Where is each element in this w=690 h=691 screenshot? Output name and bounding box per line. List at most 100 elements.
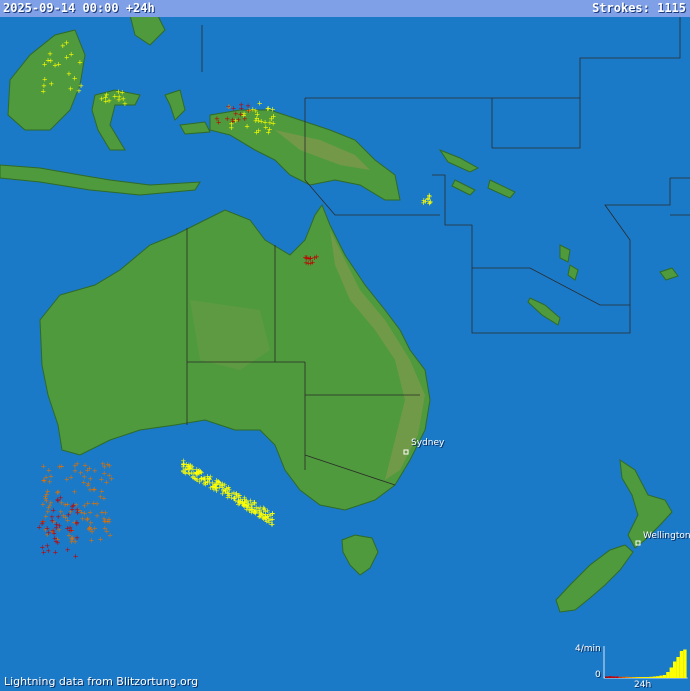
- lightning-stroke-marker: +: [48, 57, 54, 65]
- lightning-stroke-marker: +: [77, 59, 83, 67]
- histogram-bar: [615, 676, 619, 678]
- lightning-stroke-marker: +: [87, 486, 93, 494]
- lightning-stroke-marker: +: [266, 104, 272, 112]
- lightning-stroke-marker: +: [65, 546, 71, 554]
- lightning-stroke-marker: +: [74, 506, 80, 514]
- timestamp-label: 2025-09-14 00:00 +24h: [3, 1, 155, 15]
- lightning-stroke-marker: +: [64, 39, 70, 47]
- lightning-stroke-marker: +: [53, 537, 59, 545]
- lightning-stroke-marker: +: [219, 483, 225, 491]
- lightning-stroke-marker: +: [48, 80, 54, 88]
- lightning-stroke-marker: +: [254, 114, 260, 122]
- lightning-stroke-marker: +: [92, 467, 98, 475]
- lightning-stroke-marker: +: [106, 97, 112, 105]
- lightning-stroke-marker: +: [55, 497, 61, 505]
- lightning-stroke-marker: +: [42, 61, 48, 69]
- histogram-bar: [628, 677, 633, 678]
- lightning-stroke-marker: +: [54, 521, 60, 529]
- lightning-stroke-marker: +: [253, 128, 259, 136]
- histogram-bar: [618, 676, 622, 678]
- histogram-bar: [673, 661, 677, 678]
- lightning-stroke-marker: +: [98, 475, 104, 483]
- histogram-bar: [649, 676, 653, 678]
- histogram-bar: [632, 677, 636, 678]
- lightning-stroke-marker: +: [205, 478, 211, 486]
- lightning-stroke-marker: +: [87, 464, 93, 472]
- lightning-stroke-marker: +: [245, 102, 251, 110]
- lightning-stroke-marker: +: [231, 104, 237, 112]
- lightning-stroke-marker: +: [231, 494, 237, 502]
- histogram-x-label: 24h: [634, 680, 652, 690]
- header-bar: 2025-09-14 00:00 +24h Strokes: 1115: [0, 0, 690, 17]
- lightning-stroke-marker: +: [427, 199, 433, 207]
- lightning-stroke-marker: +: [107, 531, 113, 539]
- lightning-stroke-marker: +: [314, 253, 320, 261]
- lightning-stroke-marker: +: [116, 96, 122, 104]
- histogram-bar: [622, 676, 626, 678]
- histogram-bar: [611, 676, 616, 678]
- lightning-stroke-marker: +: [39, 520, 45, 528]
- histogram-bar: [625, 676, 629, 678]
- lightning-stroke-marker: +: [244, 123, 250, 131]
- lightning-stroke-marker: +: [230, 116, 236, 124]
- city-label-sydney: Sydney: [411, 438, 445, 448]
- lightning-stroke-marker: +: [59, 462, 65, 470]
- lightning-stroke-marker: +: [74, 520, 80, 528]
- histogram-bar: [676, 657, 680, 678]
- lightning-stroke-marker: +: [255, 505, 261, 513]
- histogram-bar: [645, 677, 650, 678]
- lightning-stroke-marker: +: [44, 490, 50, 498]
- lightning-stroke-marker: +: [194, 471, 200, 479]
- lightning-stroke-marker: +: [78, 82, 84, 90]
- histogram-min-label: 0: [595, 670, 601, 680]
- lightning-stroke-marker: +: [106, 516, 112, 524]
- lightning-stroke-marker: +: [246, 505, 252, 513]
- lightning-stroke-marker: +: [262, 516, 268, 524]
- lightning-stroke-marker: +: [89, 528, 95, 536]
- histogram-bar: [659, 675, 663, 678]
- lightning-stroke-marker: +: [42, 76, 48, 84]
- lightning-stroke-marker: +: [73, 553, 79, 561]
- lightning-stroke-marker: +: [97, 536, 103, 544]
- lightning-stroke-marker: +: [68, 50, 74, 58]
- lightning-stroke-marker: +: [68, 85, 74, 93]
- lightning-stroke-marker: +: [81, 473, 87, 481]
- lightning-stroke-marker: +: [214, 477, 220, 485]
- histogram-bar: [639, 677, 643, 678]
- lightning-stroke-marker: +: [67, 526, 73, 534]
- lightning-stroke-marker: +: [226, 491, 232, 499]
- lightning-stroke-marker: +: [72, 488, 78, 496]
- histogram-bar: [683, 649, 687, 678]
- strokes-count-label: Strokes: 1115: [592, 1, 686, 15]
- histogram-bar: [666, 672, 670, 678]
- credit-label: Lightning data from Blitzortung.org: [4, 675, 199, 688]
- city-label-wellington: Wellington: [643, 531, 690, 541]
- lightning-stroke-marker: +: [74, 534, 80, 542]
- lightning-map: + + + + + + + + + + + + + + + + + + + + + + + + + + + + + + + + + + + + + + + +…: [0, 0, 690, 691]
- lightning-stroke-marker: +: [224, 115, 230, 123]
- lightning-stroke-marker: +: [66, 511, 72, 519]
- lightning-stroke-marker: +: [50, 507, 56, 515]
- histogram-max-label: 4/min: [575, 644, 601, 654]
- lightning-stroke-marker: +: [62, 501, 68, 509]
- lightning-stroke-marker: +: [197, 478, 203, 486]
- lightning-stroke-marker: +: [52, 549, 58, 557]
- histogram-bar: [656, 676, 660, 678]
- lightning-stroke-marker: +: [72, 74, 78, 82]
- histogram-bar: [652, 676, 656, 678]
- map-canvas: +++++++++++++++++++++++++++ +++++++++++++…: [0, 0, 690, 691]
- lightning-stroke-marker: +: [40, 87, 46, 95]
- lightning-stroke-marker: +: [88, 536, 94, 544]
- histogram-bar: [669, 667, 673, 678]
- lightning-stroke-marker: +: [265, 507, 271, 515]
- lightning-stroke-marker: +: [189, 462, 195, 470]
- lightning-stroke-marker: +: [94, 500, 100, 508]
- lightning-stroke-marker: +: [270, 113, 276, 121]
- histogram-bar: [642, 677, 646, 678]
- lightning-stroke-marker: +: [305, 260, 311, 268]
- lightning-stroke-marker: +: [238, 105, 244, 113]
- lightning-stroke-marker: +: [43, 474, 49, 482]
- lightning-stroke-marker: +: [183, 465, 189, 473]
- histogram-bar: [605, 676, 609, 678]
- lightning-stroke-marker: +: [115, 88, 121, 96]
